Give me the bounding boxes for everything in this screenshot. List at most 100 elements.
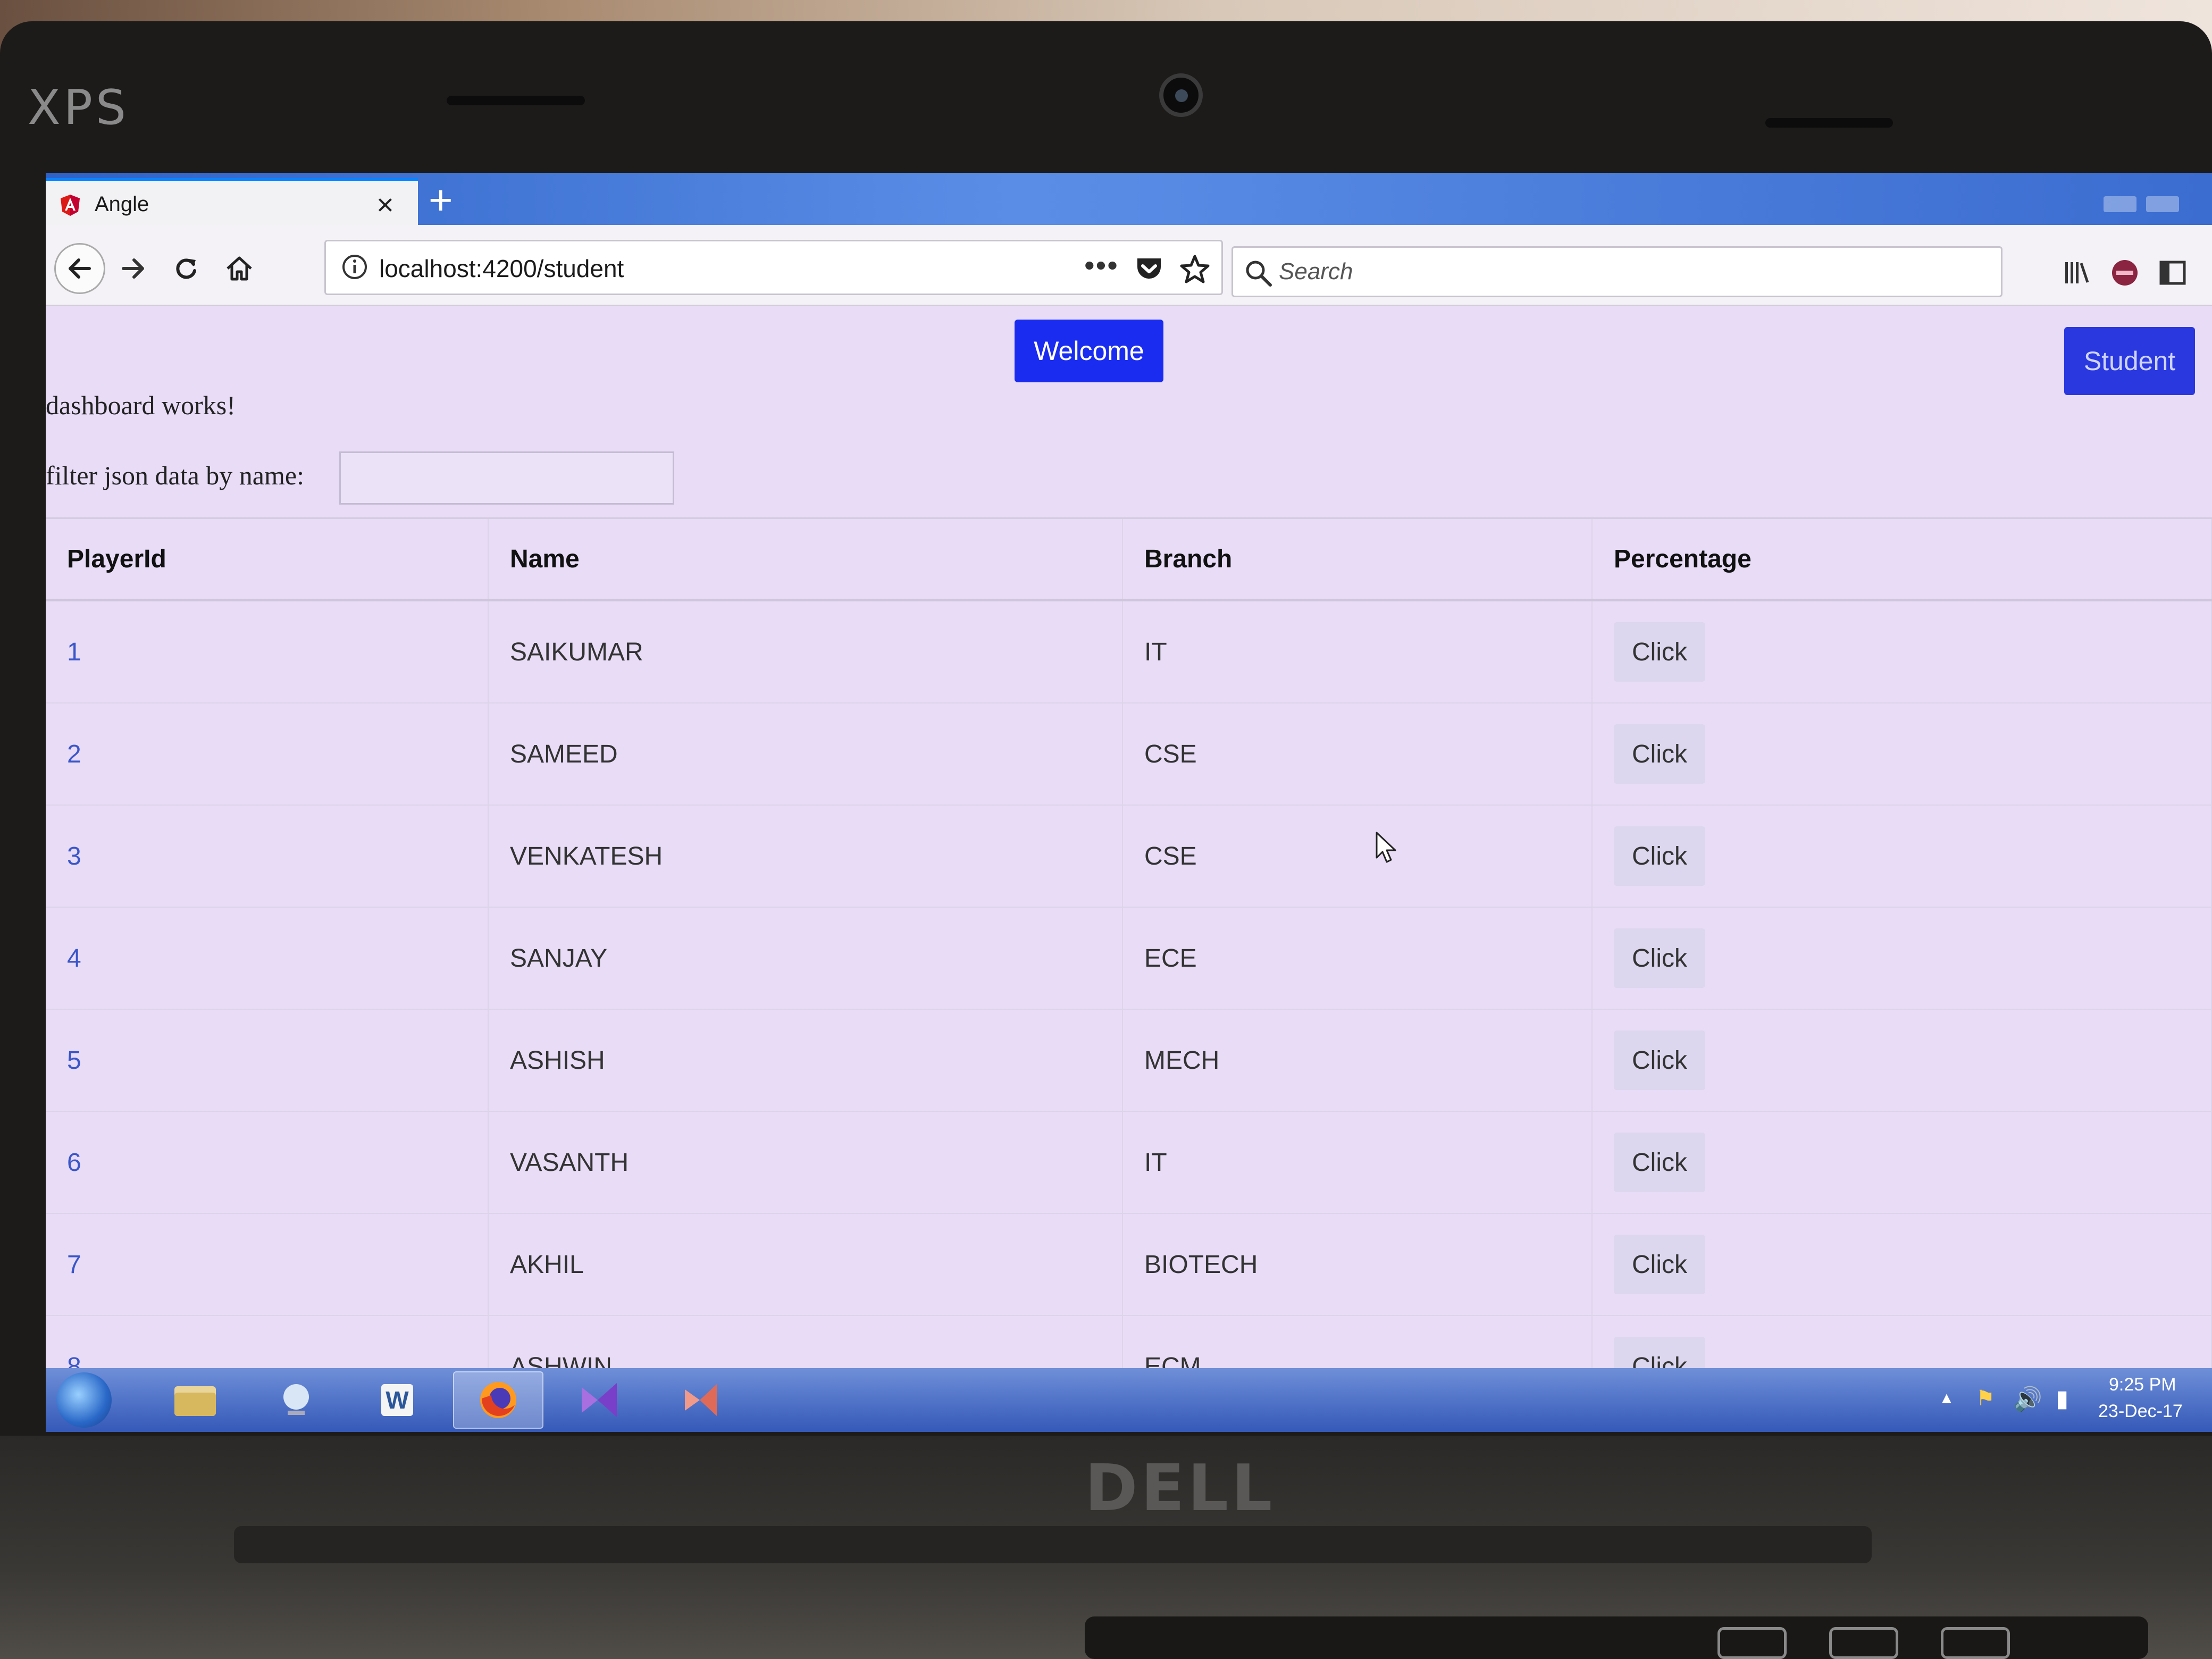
forward-arrow-icon: [122, 258, 144, 279]
player-id-cell: 7: [46, 1213, 489, 1316]
tab-bar: Angle × +: [46, 173, 2212, 225]
sidebar-icon[interactable]: [2157, 257, 2189, 289]
start-button[interactable]: [56, 1372, 112, 1428]
search-input[interactable]: [1278, 255, 1971, 288]
table-row: 3 VENKATESH CSE Click: [46, 805, 2212, 908]
address-bar[interactable]: localhost:4200/student •••: [324, 240, 1223, 295]
bookmark-star-icon[interactable]: [1179, 253, 1211, 285]
search-box[interactable]: [1231, 246, 2002, 297]
word-icon: W: [381, 1384, 413, 1416]
reload-icon: [176, 258, 196, 279]
clock-time[interactable]: 9:25 PM: [2109, 1375, 2176, 1395]
player-percentage-cell: Click: [1592, 703, 2212, 806]
taskbar-firefox[interactable]: [453, 1371, 543, 1429]
home-icon: [227, 256, 252, 281]
info-icon[interactable]: [341, 253, 368, 281]
table-row: 7 AKHIL BIOTECH Click: [46, 1213, 2212, 1316]
taskbar-visual-studio[interactable]: [554, 1371, 644, 1429]
volume-icon[interactable]: 🔊: [2013, 1385, 2042, 1413]
percentage-click-button[interactable]: Click: [1614, 928, 1705, 988]
new-tab-icon[interactable]: +: [429, 176, 453, 224]
xps-logo: XPS: [28, 80, 130, 136]
media-key-3[interactable]: [1941, 1627, 2010, 1659]
dashboard-text: dashboard works!: [46, 390, 236, 420]
pocket-icon[interactable]: [1134, 254, 1164, 284]
table-row: 1 SAIKUMAR IT Click: [46, 600, 2212, 703]
header-percentage: Percentage: [1592, 517, 2212, 601]
percentage-click-button[interactable]: Click: [1614, 724, 1705, 784]
library-icon[interactable]: [2061, 257, 2093, 289]
player-percentage-cell: Click: [1592, 907, 2212, 1010]
media-key-2[interactable]: [1829, 1627, 1898, 1659]
table-row: 2 SAMEED CSE Click: [46, 703, 2212, 806]
player-percentage-cell: Click: [1592, 1213, 2212, 1316]
player-name-cell: SAIKUMAR: [488, 600, 1123, 703]
power-icon[interactable]: ▮: [2056, 1385, 2068, 1412]
url-text[interactable]: localhost:4200/student: [379, 254, 624, 283]
home-button[interactable]: [214, 243, 265, 294]
welcome-button[interactable]: Welcome: [1015, 320, 1163, 382]
more-actions-icon[interactable]: •••: [1084, 248, 1119, 282]
taskbar-remote-desktop[interactable]: [251, 1371, 341, 1429]
player-branch-cell: IT: [1122, 600, 1593, 703]
search-icon: [1246, 261, 1272, 287]
percentage-click-button[interactable]: Click: [1614, 1133, 1705, 1192]
bezel-slot-left: [447, 96, 585, 105]
back-button[interactable]: [54, 243, 105, 294]
player-id-cell: 5: [46, 1009, 489, 1112]
taskbar-visual-studio-installer[interactable]: [655, 1371, 745, 1429]
screen: Angle × + localhost:4200/student ••• Sea…: [46, 173, 2212, 1432]
table-row: 5 ASHISH MECH Click: [46, 1009, 2212, 1112]
browser-tab[interactable]: Angle ×: [46, 178, 418, 225]
extension-abp-icon[interactable]: [2109, 257, 2141, 289]
player-percentage-cell: Click: [1592, 600, 2212, 703]
percentage-click-button[interactable]: Click: [1614, 1030, 1705, 1090]
mouse-cursor-icon: [1376, 832, 1396, 863]
player-branch-cell: MECH: [1122, 1009, 1593, 1112]
percentage-click-button[interactable]: Click: [1614, 1235, 1705, 1294]
taskbar-microsoft-word[interactable]: W: [352, 1371, 442, 1429]
player-branch-cell: BIOTECH: [1122, 1213, 1593, 1316]
system-tray: ▲ ⚑ 🔊 ▮: [1939, 1379, 2109, 1421]
player-branch-cell: CSE: [1122, 805, 1593, 908]
show-hidden-icons-icon[interactable]: ▲: [1939, 1389, 1955, 1407]
player-id-cell: 4: [46, 907, 489, 1010]
players-table: PlayerId Name Branch Percentage 1 SAIKUMA…: [46, 517, 2212, 1418]
svg-text:W: W: [386, 1386, 409, 1414]
tab-title: Angle: [95, 192, 149, 216]
player-name-cell: AKHIL: [488, 1213, 1123, 1316]
laptop-hinge: [234, 1526, 1872, 1563]
percentage-click-button[interactable]: Click: [1614, 622, 1705, 682]
filter-input[interactable]: [339, 451, 674, 505]
taskbar: W ▲ ⚑ 🔊 ▮ 9:25 PM 23-Dec-17: [46, 1368, 2212, 1432]
table-row: 4 SANJAY ECE Click: [46, 907, 2212, 1010]
visual-studio-installer-icon: [685, 1384, 717, 1416]
taskbar-windows-explorer[interactable]: [150, 1371, 240, 1429]
maximize-icon[interactable]: [2146, 196, 2179, 212]
media-key-1[interactable]: [1717, 1627, 1787, 1659]
player-name-cell: SAMEED: [488, 703, 1123, 806]
close-tab-icon[interactable]: ×: [376, 187, 394, 222]
header-branch: Branch: [1122, 517, 1593, 601]
player-percentage-cell: Click: [1592, 1009, 2212, 1112]
player-id-cell: 1: [46, 600, 489, 703]
action-center-flag-icon[interactable]: ⚑: [1976, 1386, 1995, 1411]
firefox-icon: [480, 1382, 516, 1418]
table-header-row: PlayerId Name Branch Percentage: [46, 517, 2212, 601]
student-button[interactable]: Student: [2064, 327, 2195, 395]
player-id-cell: 3: [46, 805, 489, 908]
player-branch-cell: IT: [1122, 1111, 1593, 1214]
reload-button[interactable]: [161, 243, 212, 294]
player-name-cell: VASANTH: [488, 1111, 1123, 1214]
player-percentage-cell: Click: [1592, 805, 2212, 908]
header-playerid: PlayerId: [46, 517, 489, 601]
minimize-icon[interactable]: [2104, 196, 2136, 212]
player-name-cell: VENKATESH: [488, 805, 1123, 908]
player-branch-cell: ECE: [1122, 907, 1593, 1010]
clock-date[interactable]: 23-Dec-17: [2098, 1401, 2183, 1422]
forward-button[interactable]: [107, 243, 158, 294]
percentage-click-button[interactable]: Click: [1614, 826, 1705, 886]
filter-label: filter json data by name:: [46, 460, 304, 490]
remote-desktop-icon: [283, 1384, 309, 1415]
player-percentage-cell: Click: [1592, 1111, 2212, 1214]
